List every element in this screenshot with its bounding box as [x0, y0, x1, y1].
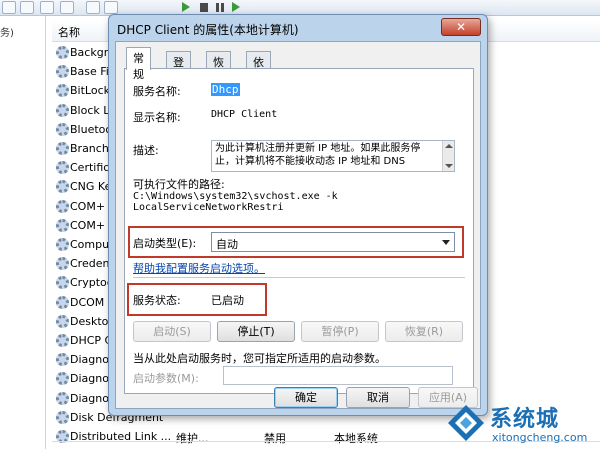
watermark: 系统城 xitongcheng.com [446, 401, 596, 447]
gear-icon [56, 238, 69, 251]
service-name-cell: CNG Ke [70, 180, 112, 194]
watermark-text: 系统城 [490, 407, 560, 432]
service-name-cell: Diagno [70, 372, 109, 386]
gear-icon [56, 103, 69, 117]
close-button[interactable]: ✕ [441, 18, 481, 36]
path-value: C:\Windows\system32\svchost.exe -k Local… [133, 191, 338, 213]
tab-recovery[interactable]: 恢复 [206, 51, 231, 85]
service-name-cell: COM+ [70, 218, 106, 232]
service-name-cell: Backgr [70, 46, 109, 59]
gear-icon [56, 372, 69, 386]
play-icon[interactable] [182, 2, 190, 12]
watermark-url: xitongcheng.com [492, 431, 588, 444]
gear-icon [56, 218, 69, 232]
gear-icon [56, 276, 69, 290]
service-logon-cell: 本地系统 [334, 432, 378, 445]
restart-icon[interactable] [232, 2, 240, 12]
service-name-cell: Bluetoo [70, 122, 113, 136]
stop-icon[interactable] [200, 3, 208, 12]
service-name-cell: DHCP C [70, 334, 113, 347]
description-label: 描述: [133, 144, 159, 157]
tab-dependencies[interactable]: 依存关系 [246, 51, 271, 117]
startup-type-value: 自动 [216, 238, 238, 251]
dialog-body: 常规 登录 恢复 依存关系 服务名称: Dhcp 显示名称: DHCP Clie… [115, 41, 481, 409]
start-button[interactable]: 启动(S) [133, 321, 211, 342]
scroll-up-icon[interactable] [445, 144, 453, 148]
help-link[interactable]: 帮助我配置服务启动选项。 [133, 260, 265, 276]
description-text: 为此计算机注册并更新 IP 地址。如果此服务停止，计算机将不能接收动态 IP 地… [215, 143, 421, 167]
display-name-label: 显示名称: [133, 111, 181, 124]
tab-logon[interactable]: 登录 [166, 51, 191, 85]
gear-icon [56, 257, 69, 271]
status-value: 已启动 [211, 294, 244, 307]
hint-text: 当从此处启动服务时，您可指定所适用的启动参数。 [133, 352, 386, 365]
start-params-label: 启动参数(M): [133, 372, 199, 385]
gear-icon [56, 295, 69, 309]
service-name-value: Dhcp [211, 83, 240, 96]
gear-icon [56, 391, 69, 405]
service-name-cell: Diagno [70, 391, 109, 405]
service-desc-cell: 维护... [176, 432, 209, 445]
gear-icon [56, 334, 69, 347]
toolbar-button[interactable] [60, 1, 74, 14]
startup-type-select[interactable]: 自动 [211, 232, 455, 252]
display-name-value: DHCP Client [211, 109, 278, 120]
left-pane-label: 务) [0, 28, 14, 39]
service-status-cell: 禁用 [264, 432, 286, 445]
start-params-input[interactable] [223, 366, 453, 385]
toolbar-button[interactable] [40, 1, 54, 14]
service-name-cell: DCOM [70, 295, 105, 309]
tab-panel-general: 服务名称: Dhcp 显示名称: DHCP Client 描述: 为此计算机注册… [124, 68, 474, 394]
service-name-cell: Creden [70, 257, 110, 271]
pause-icon[interactable] [216, 3, 224, 12]
service-name-cell: Base Fil [70, 65, 112, 79]
chevron-down-icon [442, 240, 450, 245]
gear-icon [56, 46, 69, 59]
ok-button[interactable]: 确定 [274, 387, 338, 408]
gear-icon [56, 314, 69, 328]
service-name-label: 服务名称: [133, 85, 181, 98]
toolbar-button[interactable] [20, 1, 34, 14]
pause-button[interactable]: 暂停(P) [301, 321, 379, 342]
gear-icon [56, 180, 69, 194]
watermark-logo-icon [448, 405, 484, 441]
gear-icon [56, 161, 69, 175]
gear-icon [56, 410, 69, 424]
help-icon[interactable] [86, 1, 100, 14]
path-label: 可执行文件的路径: [133, 178, 225, 191]
divider [133, 277, 465, 278]
status-label: 服务状态: [133, 294, 181, 307]
gear-icon [56, 142, 69, 155]
startup-type-label: 启动类型(E): [133, 237, 197, 250]
toolbar-button[interactable] [2, 1, 16, 14]
dialog-title: DHCP Client 的属性(本地计算机) [117, 23, 299, 37]
gear-icon [56, 353, 69, 367]
scroll-down-icon[interactable] [445, 164, 453, 168]
gear-icon [56, 65, 69, 79]
toolbar-button[interactable] [104, 1, 118, 14]
service-name-cell: BitLock [70, 84, 110, 98]
column-header-label: 名称 [58, 26, 80, 39]
service-name-cell: Diagno [70, 353, 109, 367]
service-name-cell: Compu [70, 238, 110, 251]
resume-button[interactable]: 恢复(R) [385, 321, 463, 342]
properties-dialog: DHCP Client 的属性(本地计算机) ✕ 常规 登录 恢复 依存关系 服… [108, 14, 488, 416]
tab-general[interactable]: 常规 [126, 47, 151, 81]
service-name-cell: COM+ [70, 199, 106, 213]
stop-button[interactable]: 停止(T) [217, 321, 295, 342]
left-pane: 务) [0, 16, 46, 449]
scrollbar[interactable] [442, 141, 454, 171]
cancel-button[interactable]: 取消 [346, 387, 410, 408]
description-field[interactable]: 为此计算机注册并更新 IP 地址。如果此服务停止，计算机将不能接收动态 IP 地… [211, 140, 455, 172]
gear-icon [56, 84, 69, 98]
gear-icon [56, 199, 69, 213]
gear-icon [56, 122, 69, 136]
